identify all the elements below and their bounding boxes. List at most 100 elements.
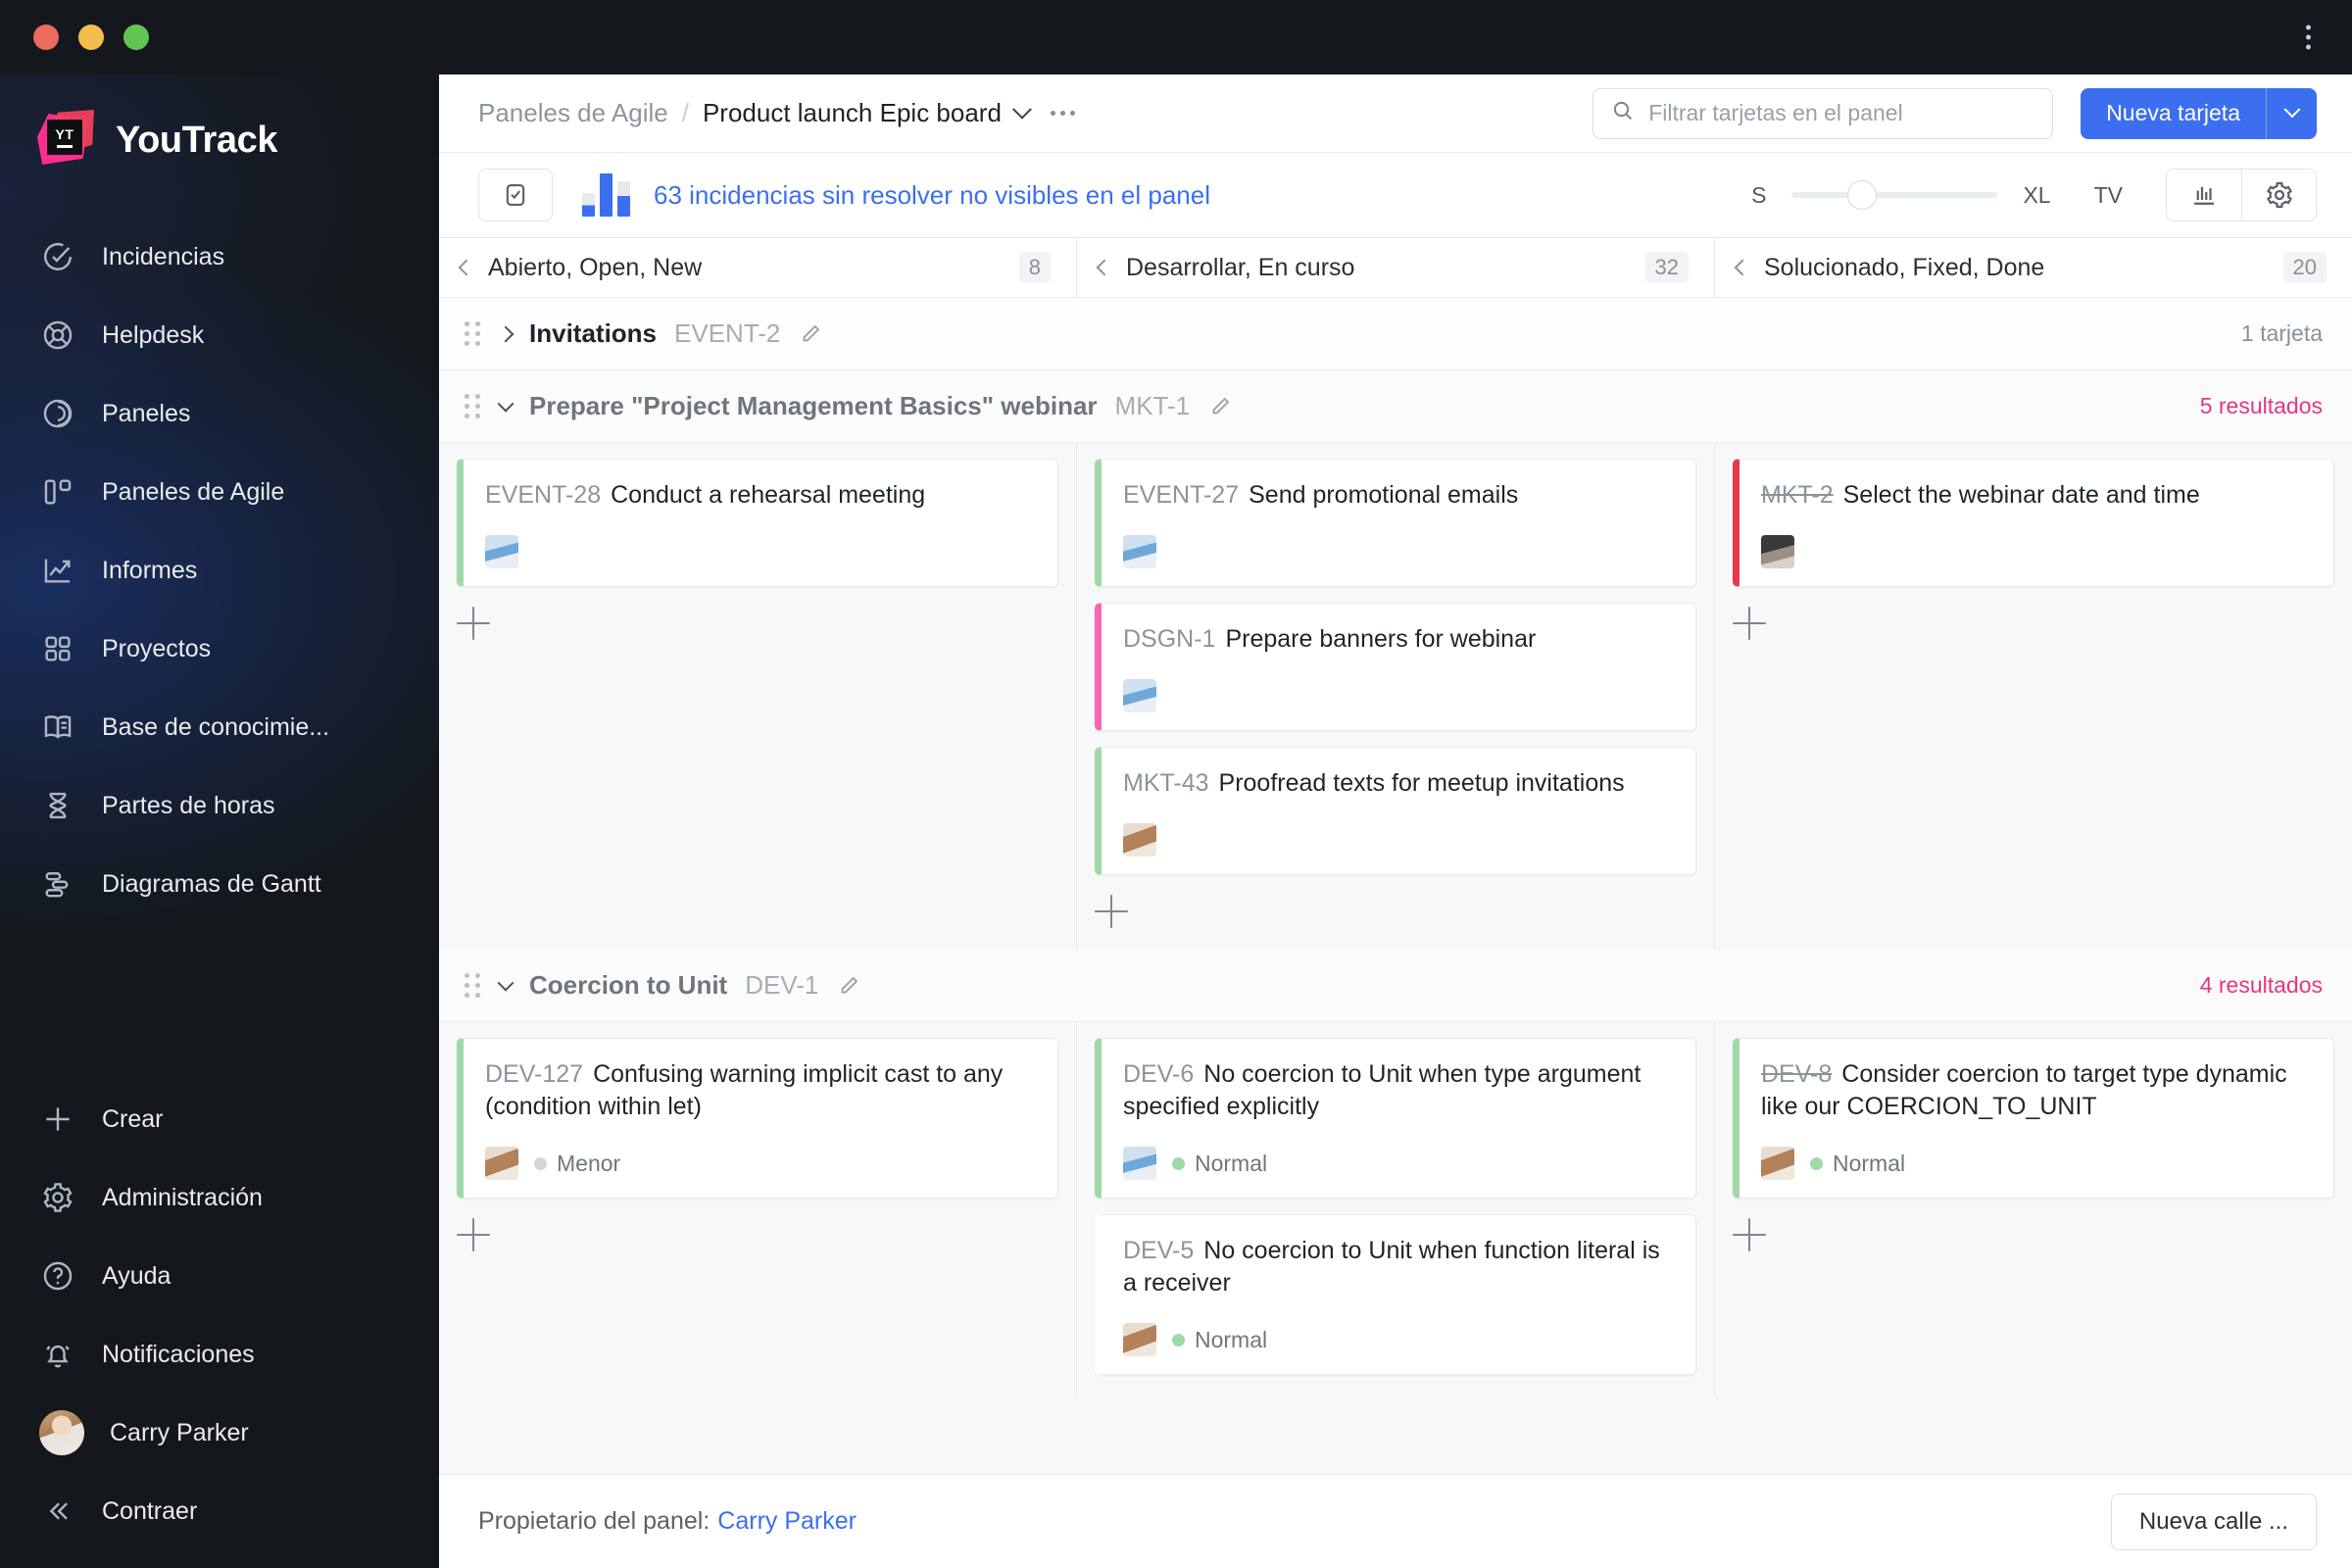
inbox-check-icon[interactable] [478,169,553,221]
card-DEV-5[interactable]: DEV-5 No coercion to Unit when function l… [1095,1214,1696,1375]
sidebar-item-paneles[interactable]: Paneles [0,374,439,453]
sidebar-item-paneles-de-agile[interactable]: Paneles de Agile [0,453,439,531]
card-EVENT-27[interactable]: EVENT-27 Send promotional emails [1095,459,1696,587]
card-DSGN-1[interactable]: DSGN-1 Prepare banners for webinar [1095,603,1696,731]
priority-dot-icon [1172,1333,1185,1347]
chevron-down-icon[interactable] [1012,99,1032,120]
priority-dot-icon [1172,1156,1185,1170]
drag-handle-icon[interactable] [465,321,480,346]
sidebar-item-informes[interactable]: Informes [0,531,439,610]
sidebar-item-crear[interactable]: Crear [0,1080,439,1158]
drag-handle-icon[interactable] [465,394,480,418]
app-window: YT YouTrack Incidencias Helpdesk Paneles… [0,0,2352,1568]
board-column-header-done[interactable]: Solucionado, Fixed, Done 20 [1714,238,2352,297]
chevron-left-icon[interactable] [458,259,475,276]
sidebar-item-user-profile[interactable]: Carry Parker [0,1394,439,1472]
sidebar-item-base-de-conocimiento[interactable]: Base de conocimie... [0,688,439,766]
column-count: 8 [1018,252,1051,283]
bar-chart-icon[interactable] [582,173,630,217]
swimlane-issue-id[interactable]: DEV-1 [745,970,818,1001]
sidebar-item-partes-de-horas[interactable]: Partes de horas [0,766,439,845]
board-view-controls [2166,169,2317,221]
zoom-window-button[interactable] [123,24,149,50]
new-card-button[interactable]: Nueva tarjeta [2081,87,2266,139]
user-name-label: Carry Parker [110,1418,249,1446]
close-window-button[interactable] [33,24,59,50]
chevron-down-icon[interactable] [497,395,514,413]
swimlane-issue-id[interactable]: EVENT-2 [674,318,780,349]
edit-pencil-icon[interactable] [1207,394,1233,419]
breadcrumb-current[interactable]: Product launch Epic board [703,98,1002,128]
edit-pencil-icon[interactable] [798,321,823,347]
swimlane-cell-done: DEV-8 Consider coercion to target type dy… [1714,1022,2352,1396]
card-id: DSGN-1 [1123,625,1216,653]
card-DEV-127[interactable]: DEV-127 Confusing warning implicit cast t… [457,1038,1058,1199]
new-card-dropdown-button[interactable] [2266,87,2317,139]
card-size-slider[interactable] [1791,180,1998,210]
search-box[interactable] [1592,87,2054,139]
sidebar-item-proyectos[interactable]: Proyectos [0,610,439,688]
sidebar-item-helpdesk[interactable]: Helpdesk [0,296,439,374]
chevron-left-icon[interactable] [1096,259,1113,276]
card-title-row: DEV-127 Confusing warning implicit cast t… [485,1058,1036,1123]
add-card-button[interactable] [1733,1218,1766,1251]
page-header: Paneles de Agile / Product launch Epic b… [439,74,2352,153]
sidebar-item-incidencias[interactable]: Incidencias [0,218,439,296]
sidebar-item-ayuda[interactable]: Ayuda [0,1237,439,1315]
brand-logo[interactable]: YT YouTrack [0,74,439,200]
drag-handle-icon[interactable] [465,973,480,998]
assignee-avatar [1123,679,1156,712]
tv-mode-button[interactable]: TV [2094,182,2123,209]
ellipsis-icon[interactable] [1050,111,1075,116]
sidebar-collapse-button[interactable]: Contraer [0,1472,439,1550]
card-meta: Normal [1761,1147,2312,1180]
chevron-left-icon[interactable] [1734,259,1751,276]
sidebar-item-label: Paneles [102,399,191,427]
swimlane-issue-id[interactable]: MKT-1 [1115,391,1191,421]
card-DEV-6[interactable]: DEV-6 No coercion to Unit when type argum… [1095,1038,1696,1199]
breadcrumb-parent[interactable]: Paneles de Agile [478,98,668,128]
search-input[interactable] [1648,100,2035,126]
add-card-button[interactable] [457,1218,490,1251]
priority-badge: Menor [534,1151,620,1177]
browser-menu-icon[interactable] [2300,20,2317,56]
board-column-header-open[interactable]: Abierto, Open, New 8 [439,238,1076,297]
card-MKT-2[interactable]: MKT-2 Select the webinar date and time [1733,459,2334,587]
card-DEV-8[interactable]: DEV-8 Consider coercion to target type dy… [1733,1038,2334,1199]
card-title-row: DEV-5 No coercion to Unit when function l… [1123,1235,1674,1299]
new-swimlane-button[interactable]: Nueva calle ... [2110,1493,2317,1550]
sidebar-item-label: Partes de horas [102,791,275,819]
assignee-avatar [485,535,518,568]
swimlane-header-webinar[interactable]: Prepare "Project Management Basics" webi… [439,370,2352,443]
traffic-lights [33,24,149,50]
minimize-window-button[interactable] [78,24,104,50]
swimlane-result-count: 5 resultados [2199,393,2323,418]
card-size-slider-knob[interactable] [1846,180,1877,210]
edit-pencil-icon[interactable] [836,973,861,999]
chevron-down-icon[interactable] [497,974,514,992]
sidebar-item-notificaciones[interactable]: Notificaciones [0,1315,439,1394]
chart-columns-icon[interactable] [2167,170,2241,220]
sidebar-item-diagramas-de-gantt[interactable]: Diagramas de Gantt [0,845,439,923]
board-settings-gear-icon[interactable] [2241,170,2316,220]
unresolved-issues-link[interactable]: 63 incidencias sin resolver no visibles … [654,180,1210,211]
sidebar-item-administracion[interactable]: Administración [0,1158,439,1237]
card-meta: Menor [485,1147,1036,1180]
card-summary: Conduct a rehearsal meeting [611,481,926,509]
add-card-button[interactable] [1095,895,1128,928]
card-MKT-43[interactable]: MKT-43 Proofread texts for meetup invitat… [1095,747,1696,875]
add-card-button[interactable] [457,607,490,640]
card-title-row: DEV-6 No coercion to Unit when type argum… [1123,1058,1674,1123]
swimlane-header-invitations[interactable]: Invitations EVENT-2 1 tarjeta [439,298,2352,370]
add-card-button[interactable] [1733,607,1766,640]
card-title-row: MKT-43 Proofread texts for meetup invitat… [1123,767,1674,800]
board-owner-link[interactable]: Carry Parker [717,1507,857,1536]
swimlane-header-coercion[interactable]: Coercion to Unit DEV-1 4 resultados [439,950,2352,1022]
card-EVENT-28[interactable]: EVENT-28 Conduct a rehearsal meeting [457,459,1058,587]
board-column-header-inprogress[interactable]: Desarrollar, En curso 32 [1076,238,1714,297]
chevron-right-icon[interactable] [497,325,514,342]
swimlane-cell-open: EVENT-28 Conduct a rehearsal meeting [439,443,1076,950]
card-id: EVENT-27 [1123,481,1240,509]
gantt-icon [39,865,76,903]
